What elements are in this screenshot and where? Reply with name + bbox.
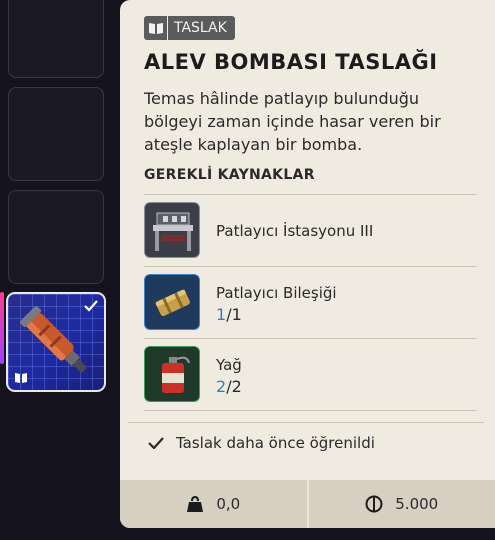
divider [144,410,476,411]
item-stats-footer: 0,0 5.000 [120,480,495,528]
inventory-slot-selected[interactable] [6,292,106,392]
type-badge-label: TASLAK [174,20,227,36]
quantity-have: 1 [216,305,227,324]
price-stat: 5.000 [309,480,495,528]
workbench-icon [144,202,200,258]
divider [128,422,484,423]
requirement-row: Patlayıcı Bileşiği 1/1 [144,266,476,338]
requirement-quantity: 1/1 [216,305,242,324]
quantity-need: /2 [226,377,242,396]
learned-text: Taslak daha önce öğrenildi [176,434,375,452]
requirement-row: Yağ 2/2 [144,338,476,410]
inventory-slot-3[interactable] [8,190,104,284]
requirements-heading: GEREKLİ KAYNAKLAR [144,167,315,183]
inventory-slot-2[interactable] [8,87,104,181]
type-badge: TASLAK [144,16,235,40]
weight-icon [187,495,204,512]
quantity-need: /1 [226,305,242,324]
rarity-edge [0,292,4,364]
coin-icon [365,495,383,513]
requirement-name: Patlayıcı İstasyonu III [216,222,374,240]
learned-status: Taslak daha önce öğrenildi [148,434,375,452]
item-tooltip: TASLAK ALEV BOMBASI TASLAĞI Temas hâlind… [120,0,495,528]
requirement-quantity: 2/2 [216,377,242,396]
check-icon [84,300,98,312]
oil-canister-icon [144,346,200,402]
book-icon [15,373,27,383]
weight-value: 0,0 [216,495,241,513]
quantity-have: 2 [216,377,227,396]
requirement-row: Patlayıcı İstasyonu III [144,194,476,266]
inventory-slot-1[interactable] [8,0,104,78]
requirement-name: Yağ [216,356,242,374]
price-value: 5.000 [395,495,439,513]
requirement-name: Patlayıcı Bileşiği [216,284,337,302]
check-icon [148,437,164,449]
book-icon [144,16,168,40]
item-title: ALEV BOMBASI TASLAĞI [144,50,438,74]
explosive-compound-icon [144,274,200,330]
weight-stat: 0,0 [120,480,307,528]
item-description: Temas hâlinde patlayıp bulunduğu bölgeyi… [144,89,441,154]
